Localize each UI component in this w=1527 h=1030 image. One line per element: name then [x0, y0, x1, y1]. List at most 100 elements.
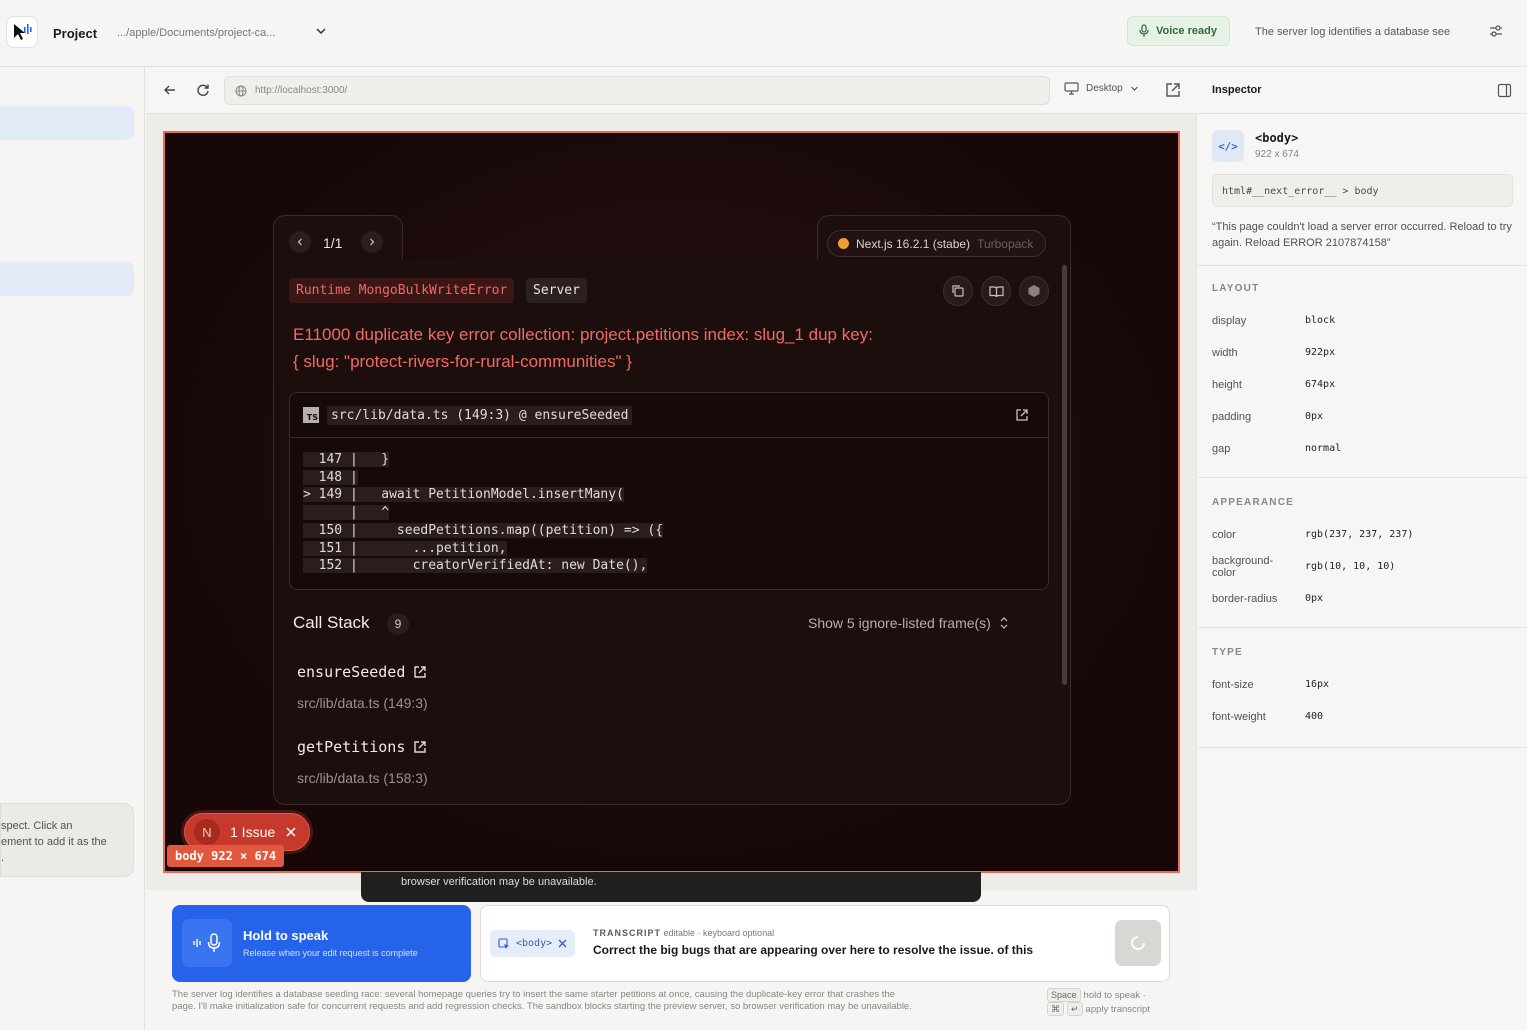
code-frame-header: TS src/lib/data.ts (149:3) @ ensureSeede…	[290, 393, 1048, 438]
status-line: The server log identifies a database see…	[172, 989, 895, 1000]
project-path[interactable]: .../apple/Documents/project-ca...	[117, 27, 275, 39]
globe-icon	[235, 85, 247, 96]
open-external-icon[interactable]	[413, 740, 427, 754]
stack-frame-function[interactable]: getPetitions	[297, 738, 427, 756]
sliders-icon[interactable]	[1488, 23, 1504, 39]
cursor-select-icon	[498, 937, 509, 949]
sidebar-item-active[interactable]	[0, 106, 134, 140]
element-size: 922 x 674	[1255, 149, 1299, 160]
open-external-icon[interactable]	[1164, 81, 1182, 99]
hexagon-icon	[1028, 285, 1040, 297]
inspector-title: Inspector	[1212, 84, 1262, 96]
frame-function-name: ensureSeeded	[297, 663, 406, 681]
chip-label: <body>	[516, 938, 553, 949]
prop-value[interactable]: 0px	[1305, 411, 1323, 422]
stack-frame-function[interactable]: ensureSeeded	[297, 663, 427, 681]
stack-frame-location: src/lib/data.ts (158:3)	[297, 770, 428, 786]
page-viewport[interactable]: 1/1 Next.js 16.2.1 (stabe) Turbopack Run…	[163, 131, 1180, 873]
hint-line-1: spect. Click an	[1, 820, 73, 832]
sidebar-item-highlight[interactable]	[0, 262, 134, 296]
error-message: E11000 duplicate key error collection: p…	[293, 321, 933, 375]
error-dialog-scrollbar[interactable]	[1062, 265, 1067, 685]
device-select[interactable]: Desktop	[1064, 82, 1139, 95]
reload-button[interactable]	[194, 81, 212, 99]
prop-key: font-size	[1212, 679, 1254, 691]
back-button[interactable]	[161, 81, 179, 99]
code-line: 148 |	[303, 469, 358, 485]
refresh-icon	[197, 84, 209, 96]
agent-status-message: The server log identifies a database see…	[172, 989, 1032, 1013]
next-error-button[interactable]	[361, 231, 383, 253]
close-icon[interactable]	[558, 939, 567, 948]
url-input[interactable]: http://localhost:3000/	[224, 76, 1050, 105]
element-selector[interactable]: html#__next_error__ > body	[1212, 174, 1513, 207]
device-label: Desktop	[1086, 83, 1123, 94]
app-logo[interactable]	[6, 16, 38, 48]
book-icon	[988, 285, 1004, 297]
selected-element-chip[interactable]: <body>	[490, 930, 576, 957]
transcript-text[interactable]: Correct the big bugs that are appearing …	[593, 943, 1033, 957]
status-line: page. I'll make initialization safe for …	[172, 1001, 912, 1012]
code-element-icon: </>	[1212, 130, 1244, 162]
code-frame: TS src/lib/data.ts (149:3) @ ensureSeede…	[289, 392, 1049, 590]
prop-key-line: color	[1212, 567, 1236, 579]
hint-line-2: ement to add it as the	[1, 836, 107, 848]
prop-value[interactable]: 674px	[1305, 379, 1335, 390]
selection-size-tag: body 922 × 674	[167, 845, 285, 867]
divider	[1198, 747, 1527, 748]
code-frame-file[interactable]: src/lib/data.ts (149:3) @ ensureSeeded	[327, 405, 633, 425]
ignore-toggle-label: Show 5 ignore-listed frame(s)	[808, 615, 991, 631]
chevron-up-down-icon	[1000, 617, 1008, 629]
prop-value[interactable]: 16px	[1305, 679, 1329, 690]
error-type-label: Runtime MongoBulkWriteError	[289, 278, 515, 303]
node-inspector-button[interactable]	[1019, 276, 1049, 306]
divider	[1198, 477, 1527, 478]
project-title: Project	[53, 26, 98, 41]
sidebar-inspect-hint: spect. Click an ement to add it as the .	[0, 803, 134, 877]
waveform-icon	[193, 939, 201, 947]
hold-to-speak-button[interactable]: Hold to speak Release when your edit req…	[172, 905, 471, 982]
divider	[1198, 265, 1527, 266]
error-pager-count: 1/1	[323, 235, 343, 251]
agent-summary: The server log identifies a database see	[1255, 26, 1451, 38]
code-line: 152 | creatorVerifiedAt: new Date(),	[303, 558, 648, 574]
spinner-icon	[1131, 936, 1145, 950]
prop-key: width	[1212, 347, 1238, 359]
prop-value[interactable]: 400	[1305, 711, 1323, 722]
open-external-icon[interactable]	[413, 665, 427, 679]
frame-function-name: getPetitions	[297, 738, 406, 756]
error-message-line-1: E11000 duplicate key error collection: p…	[293, 325, 873, 344]
sidebar-toggle-icon[interactable]	[1497, 83, 1512, 98]
transcript-field[interactable]: <body> TRANSCRIPT editable · keyboard op…	[480, 905, 1170, 982]
open-in-editor-icon[interactable]	[1014, 407, 1030, 423]
hint-line-3: .	[1, 852, 5, 864]
voice-status-badge: Voice ready	[1127, 16, 1230, 46]
previous-error-button[interactable]	[289, 231, 311, 253]
prop-value[interactable]: 922px	[1305, 347, 1335, 358]
copy-icon	[952, 285, 964, 297]
prop-key: display	[1212, 315, 1247, 327]
show-ignored-frames-toggle[interactable]: Show 5 ignore-listed frame(s)	[808, 615, 1009, 631]
stack-frame-location: src/lib/data.ts (149:3)	[297, 695, 428, 711]
element-text-content: “This page couldn't load a server error …	[1212, 221, 1512, 249]
monitor-icon	[1064, 82, 1079, 95]
microphone-icon	[1139, 24, 1149, 37]
keyboard-hints: Space hold to speak · ⌘ ↵ apply transcript	[1047, 988, 1150, 1016]
apply-transcript-button[interactable]	[1115, 920, 1161, 966]
prop-value[interactable]: block	[1305, 315, 1335, 326]
close-icon[interactable]	[285, 826, 297, 838]
hold-to-speak-subtitle: Release when your edit request is comple…	[243, 948, 418, 958]
prop-value[interactable]: normal	[1305, 443, 1341, 454]
voice-status-label: Voice ready	[1156, 25, 1217, 37]
section-title-layout: LAYOUT	[1212, 283, 1260, 294]
nextjs-version-badge[interactable]: Next.js 16.2.1 (stabe) Turbopack	[827, 230, 1047, 257]
docs-button[interactable]	[981, 276, 1011, 306]
prop-value[interactable]: rgb(10, 10, 10)	[1305, 561, 1395, 572]
command-key: ⌘	[1047, 1002, 1064, 1016]
prop-key-line: background-	[1212, 555, 1274, 567]
browser-toolbar: http://localhost:3000/ Desktop	[146, 67, 1197, 114]
prop-value[interactable]: 0px	[1305, 593, 1323, 604]
copy-error-button[interactable]	[943, 276, 973, 306]
chevron-down-icon[interactable]	[314, 24, 328, 38]
prop-value[interactable]: rgb(237, 237, 237)	[1305, 529, 1413, 540]
